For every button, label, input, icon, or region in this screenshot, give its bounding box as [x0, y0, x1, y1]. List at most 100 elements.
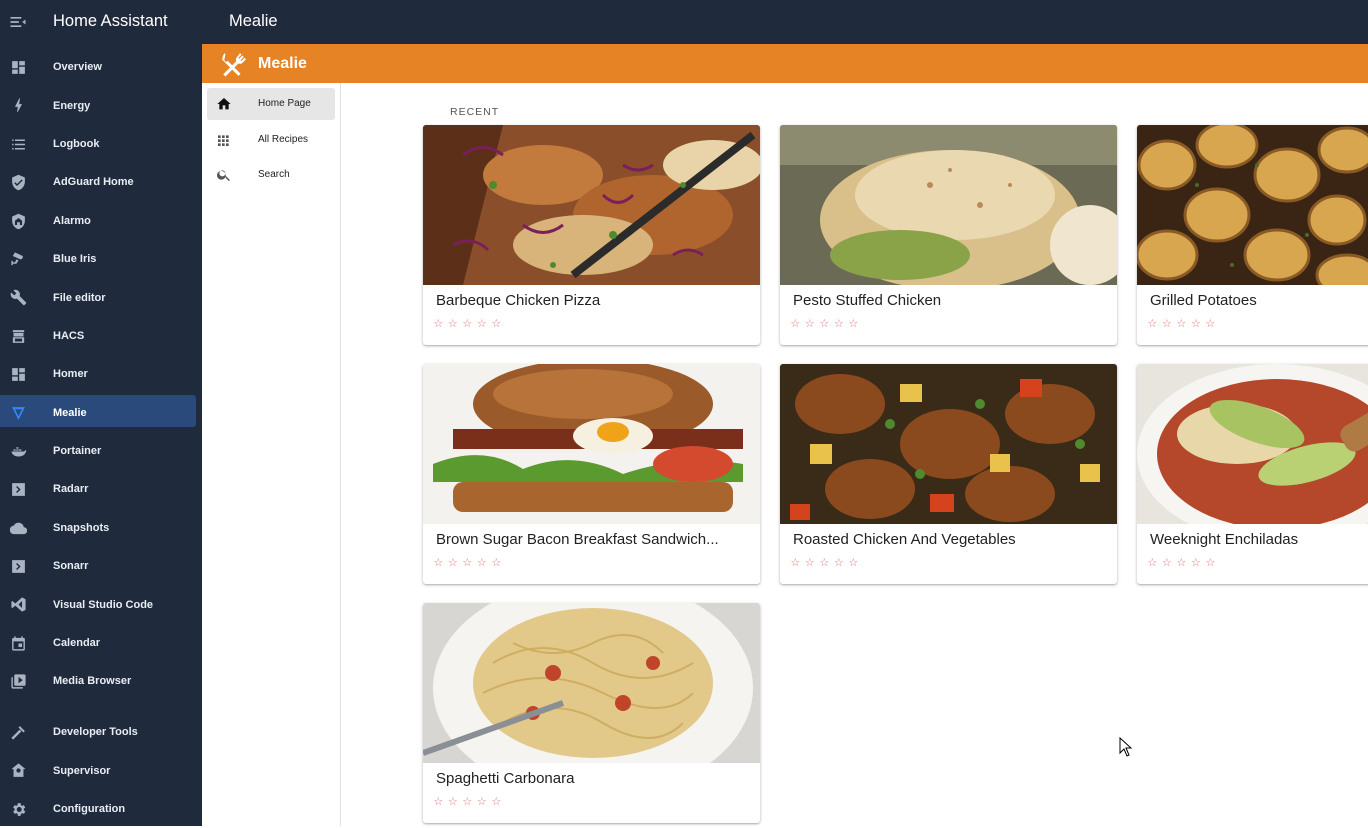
rating-stars[interactable]: ☆ ☆ ☆ ☆ ☆	[788, 556, 861, 570]
sidebar-item-blue-iris[interactable]: Blue Iris	[0, 240, 202, 278]
sidebar-item-overview[interactable]: Overview	[0, 48, 202, 86]
sidebar-item-homer[interactable]: Homer	[0, 355, 202, 393]
star-icon[interactable]: ☆	[489, 317, 504, 331]
star-icon[interactable]: ☆	[475, 556, 490, 570]
mealie-header: Mealie	[202, 44, 1368, 83]
star-icon[interactable]: ☆	[489, 556, 504, 570]
rating-stars[interactable]: ☆ ☆ ☆ ☆ ☆	[1145, 556, 1218, 570]
sidebar-item-radarr[interactable]: Radarr	[0, 470, 202, 508]
star-icon[interactable]: ☆	[446, 795, 461, 809]
sidebar-item-label: Blue Iris	[53, 253, 97, 266]
sidebar-item-visual-studio-code[interactable]: Visual Studio Code	[0, 585, 202, 623]
sidebar-item-portainer[interactable]: Portainer	[0, 432, 202, 470]
star-icon[interactable]: ☆	[832, 556, 847, 570]
search-icon	[216, 167, 232, 183]
sidebar-item-supervisor[interactable]: Supervisor	[0, 751, 202, 789]
sidebar-item-energy[interactable]: Energy	[0, 86, 202, 124]
sidebar-item-label: Developer Tools	[53, 726, 138, 739]
hacs-icon	[10, 328, 27, 345]
sidebar-item-label: File editor	[53, 291, 106, 304]
star-icon[interactable]: ☆	[1189, 556, 1204, 570]
utensils-icon[interactable]	[220, 51, 246, 77]
recipe-card[interactable]: Weeknight Enchiladas ☆ ☆ ☆ ☆ ☆	[1137, 364, 1368, 584]
rating-stars[interactable]: ☆ ☆ ☆ ☆ ☆	[1145, 317, 1218, 331]
sidebar-item-media-browser[interactable]: Media Browser	[0, 662, 202, 700]
nav-label: Home Page	[258, 98, 311, 109]
recipe-card[interactable]: Spaghetti Carbonara ☆ ☆ ☆ ☆ ☆	[423, 603, 760, 823]
chevron-box-icon	[10, 481, 27, 498]
star-icon[interactable]: ☆	[1203, 556, 1218, 570]
sidebar-item-adguard-home[interactable]: AdGuard Home	[0, 163, 202, 201]
media-icon	[10, 673, 27, 690]
sidebar-item-label: Overview	[53, 61, 102, 74]
mealie-title[interactable]: Mealie	[258, 55, 307, 73]
star-icon[interactable]: ☆	[1203, 317, 1218, 331]
star-icon[interactable]: ☆	[460, 795, 475, 809]
star-icon[interactable]: ☆	[1160, 556, 1175, 570]
rating-stars[interactable]: ☆ ☆ ☆ ☆ ☆	[431, 556, 504, 570]
sidebar-item-label: Portainer	[53, 445, 102, 458]
star-icon[interactable]: ☆	[475, 317, 490, 331]
star-icon[interactable]: ☆	[1189, 317, 1204, 331]
star-icon[interactable]: ☆	[431, 795, 446, 809]
sidebar-item-alarmo[interactable]: Alarmo	[0, 202, 202, 240]
recipe-card[interactable]: Grilled Potatoes ☆ ☆ ☆ ☆ ☆	[1137, 125, 1368, 345]
nav-label: Search	[258, 169, 290, 180]
star-icon[interactable]: ☆	[846, 556, 861, 570]
recipe-image	[423, 603, 760, 763]
top-bar	[0, 0, 1368, 44]
star-icon[interactable]: ☆	[817, 317, 832, 331]
calendar-icon	[10, 635, 27, 652]
star-icon[interactable]: ☆	[817, 556, 832, 570]
sidebar-item-label: Logbook	[53, 137, 100, 150]
star-icon[interactable]: ☆	[788, 317, 803, 331]
star-icon[interactable]: ☆	[803, 556, 818, 570]
star-icon[interactable]: ☆	[431, 556, 446, 570]
star-icon[interactable]: ☆	[1160, 317, 1175, 331]
grid-icon	[216, 132, 232, 148]
star-icon[interactable]: ☆	[475, 795, 490, 809]
star-icon[interactable]: ☆	[832, 317, 847, 331]
nav-all-recipes[interactable]: All Recipes	[207, 124, 335, 156]
sidebar-item-developer-tools[interactable]: Developer Tools	[0, 713, 202, 751]
dashboard-icon	[10, 59, 27, 76]
dashboard-icon	[10, 366, 27, 383]
star-icon[interactable]: ☆	[446, 556, 461, 570]
sidebar-item-logbook[interactable]: Logbook	[0, 125, 202, 163]
star-icon[interactable]: ☆	[489, 795, 504, 809]
star-icon[interactable]: ☆	[431, 317, 446, 331]
star-icon[interactable]: ☆	[1174, 317, 1189, 331]
star-icon[interactable]: ☆	[460, 317, 475, 331]
rating-stars[interactable]: ☆ ☆ ☆ ☆ ☆	[431, 317, 504, 331]
recipe-card[interactable]: Barbeque Chicken Pizza ☆ ☆ ☆ ☆ ☆	[423, 125, 760, 345]
recipe-title: Brown Sugar Bacon Breakfast Sandwich...	[436, 531, 719, 548]
star-icon[interactable]: ☆	[1174, 556, 1189, 570]
star-icon[interactable]: ☆	[788, 556, 803, 570]
star-icon[interactable]: ☆	[446, 317, 461, 331]
sidebar-item-label: Visual Studio Code	[53, 598, 154, 611]
star-icon[interactable]: ☆	[460, 556, 475, 570]
sidebar-item-mealie[interactable]: Mealie	[0, 394, 202, 432]
sidebar-item-file-editor[interactable]: File editor	[0, 278, 202, 316]
recipe-card[interactable]: Pesto Stuffed Chicken ☆ ☆ ☆ ☆ ☆	[780, 125, 1117, 345]
recipe-card[interactable]: Roasted Chicken And Vegetables ☆ ☆ ☆ ☆ ☆	[780, 364, 1117, 584]
sidebar-item-label: Alarmo	[53, 214, 91, 227]
star-icon[interactable]: ☆	[803, 317, 818, 331]
chevron-box-icon	[10, 558, 27, 575]
star-icon[interactable]: ☆	[1145, 556, 1160, 570]
sidebar-item-calendar[interactable]: Calendar	[0, 624, 202, 662]
sidebar-item-sonarr[interactable]: Sonarr	[0, 547, 202, 585]
rating-stars[interactable]: ☆ ☆ ☆ ☆ ☆	[431, 795, 504, 809]
menu-toggle-icon[interactable]	[8, 12, 28, 32]
sidebar-item-hacs[interactable]: HACS	[0, 317, 202, 355]
nav-home-page[interactable]: Home Page	[207, 88, 335, 120]
star-icon[interactable]: ☆	[846, 317, 861, 331]
sidebar-item-configuration[interactable]: Configuration	[0, 790, 202, 828]
star-icon[interactable]: ☆	[1145, 317, 1160, 331]
recipe-title: Spaghetti Carbonara	[436, 770, 575, 787]
nav-search[interactable]: Search	[207, 159, 335, 191]
rating-stars[interactable]: ☆ ☆ ☆ ☆ ☆	[788, 317, 861, 331]
sidebar-item-snapshots[interactable]: Snapshots	[0, 509, 202, 547]
recipe-card[interactable]: Brown Sugar Bacon Breakfast Sandwich... …	[423, 364, 760, 584]
sidebar-nav: Overview Energy Logbook AdGuard Home Ala…	[0, 48, 202, 701]
